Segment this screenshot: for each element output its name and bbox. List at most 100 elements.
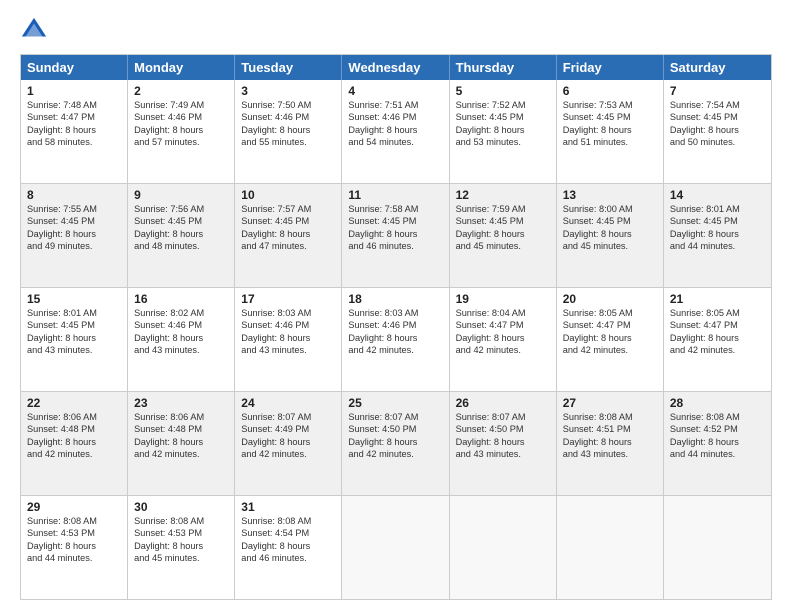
cal-cell-1: 1Sunrise: 7:48 AMSunset: 4:47 PMDaylight…: [21, 80, 128, 183]
cal-cell-21: 21 Sunrise: 8:05 AMSunset: 4:47 PMDayligh…: [664, 288, 771, 391]
day-num: 18: [348, 292, 442, 306]
day-num: 23: [134, 396, 228, 410]
cal-cell-14: 14 Sunrise: 8:01 AMSunset: 4:45 PMDayligh…: [664, 184, 771, 287]
day-num: 29: [27, 500, 121, 514]
cell-text: Sunrise: 7:50 AMSunset: 4:46 PMDaylight:…: [241, 100, 311, 147]
header-cell-friday: Friday: [557, 55, 664, 80]
day-num: 6: [563, 84, 657, 98]
day-num: 15: [27, 292, 121, 306]
day-num: 31: [241, 500, 335, 514]
cell-text: Sunrise: 8:08 AMSunset: 4:51 PMDaylight:…: [563, 412, 633, 459]
cal-cell-25: 25Sunrise: 8:07 AMSunset: 4:50 PMDayligh…: [342, 392, 449, 495]
cell-text: Sunrise: 8:08 AMSunset: 4:53 PMDaylight:…: [134, 516, 204, 563]
cell-text: Sunrise: 8:01 AMSunset: 4:45 PMDaylight:…: [670, 204, 740, 251]
day-num: 22: [27, 396, 121, 410]
cal-cell-30: 30 Sunrise: 8:08 AMSunset: 4:53 PMDayligh…: [128, 496, 235, 599]
cal-cell-22: 22 Sunrise: 8:06 AMSunset: 4:48 PMDayligh…: [21, 392, 128, 495]
cal-cell-29: 29 Sunrise: 8:08 AMSunset: 4:53 PMDayligh…: [21, 496, 128, 599]
cal-cell-26: 26 Sunrise: 8:07 AMSunset: 4:50 PMDayligh…: [450, 392, 557, 495]
cal-cell-17: 17 Sunrise: 8:03 AMSunset: 4:46 PMDayligh…: [235, 288, 342, 391]
cal-cell-11: 11Sunrise: 7:58 AMSunset: 4:45 PMDayligh…: [342, 184, 449, 287]
cal-cell-4: 4Sunrise: 7:51 AMSunset: 4:46 PMDaylight…: [342, 80, 449, 183]
calendar-body: 1Sunrise: 7:48 AMSunset: 4:47 PMDaylight…: [21, 80, 771, 599]
cal-cell-empty-3-3: [342, 496, 449, 599]
day-num: 19: [456, 292, 550, 306]
cal-cell-empty-3-6: [664, 496, 771, 599]
day-num: 14: [670, 188, 765, 202]
cell-text: Sunrise: 8:08 AMSunset: 4:52 PMDaylight:…: [670, 412, 740, 459]
calendar-row-3: 22 Sunrise: 8:06 AMSunset: 4:48 PMDayligh…: [21, 391, 771, 495]
calendar-header: SundayMondayTuesdayWednesdayThursdayFrid…: [21, 55, 771, 80]
cal-cell-27: 27 Sunrise: 8:08 AMSunset: 4:51 PMDayligh…: [557, 392, 664, 495]
cal-cell-16: 16 Sunrise: 8:02 AMSunset: 4:46 PMDayligh…: [128, 288, 235, 391]
day-num: 17: [241, 292, 335, 306]
header-cell-sunday: Sunday: [21, 55, 128, 80]
cal-cell-19: 19 Sunrise: 8:04 AMSunset: 4:47 PMDayligh…: [450, 288, 557, 391]
cell-text: Sunrise: 7:54 AMSunset: 4:45 PMDaylight:…: [670, 100, 740, 147]
day-num: 1: [27, 84, 121, 98]
logo-icon: [20, 16, 48, 44]
day-num: 24: [241, 396, 335, 410]
day-num: 21: [670, 292, 765, 306]
cell-text: Sunrise: 8:07 AMSunset: 4:49 PMDaylight:…: [241, 412, 311, 459]
header-cell-thursday: Thursday: [450, 55, 557, 80]
cal-cell-31: 31 Sunrise: 8:08 AMSunset: 4:54 PMDayligh…: [235, 496, 342, 599]
cell-text: Sunrise: 8:07 AMSunset: 4:50 PMDaylight:…: [348, 412, 418, 459]
day-num: 26: [456, 396, 550, 410]
cell-text: Sunrise: 8:00 AMSunset: 4:45 PMDaylight:…: [563, 204, 633, 251]
logo: [20, 16, 52, 44]
header-cell-saturday: Saturday: [664, 55, 771, 80]
day-num: 9: [134, 188, 228, 202]
cell-text: Sunrise: 8:03 AMSunset: 4:46 PMDaylight:…: [241, 308, 311, 355]
cell-text: Sunrise: 8:06 AMSunset: 4:48 PMDaylight:…: [134, 412, 204, 459]
cell-text: Sunrise: 7:55 AMSunset: 4:45 PMDaylight:…: [27, 204, 97, 251]
cell-text: Sunrise: 8:01 AMSunset: 4:45 PMDaylight:…: [27, 308, 97, 355]
cell-text: Sunrise: 8:05 AMSunset: 4:47 PMDaylight:…: [670, 308, 740, 355]
cal-cell-empty-3-4: [450, 496, 557, 599]
cell-text: Sunrise: 8:02 AMSunset: 4:46 PMDaylight:…: [134, 308, 204, 355]
day-num: 30: [134, 500, 228, 514]
day-num: 27: [563, 396, 657, 410]
cell-text: Sunrise: 8:08 AMSunset: 4:53 PMDaylight:…: [27, 516, 97, 563]
header-cell-wednesday: Wednesday: [342, 55, 449, 80]
day-num: 5: [456, 84, 550, 98]
cal-cell-6: 6Sunrise: 7:53 AMSunset: 4:45 PMDaylight…: [557, 80, 664, 183]
cal-cell-empty-3-5: [557, 496, 664, 599]
cell-text: Sunrise: 7:49 AMSunset: 4:46 PMDaylight:…: [134, 100, 204, 147]
day-num: 4: [348, 84, 442, 98]
header: [20, 16, 772, 44]
cell-text: Sunrise: 7:52 AMSunset: 4:45 PMDaylight:…: [456, 100, 526, 147]
cal-cell-5: 5 Sunrise: 7:52 AMSunset: 4:45 PMDaylight…: [450, 80, 557, 183]
cal-cell-8: 8 Sunrise: 7:55 AMSunset: 4:45 PMDaylight…: [21, 184, 128, 287]
day-num: 3: [241, 84, 335, 98]
calendar-row-1: 8 Sunrise: 7:55 AMSunset: 4:45 PMDaylight…: [21, 183, 771, 287]
day-num: 2: [134, 84, 228, 98]
cal-cell-23: 23 Sunrise: 8:06 AMSunset: 4:48 PMDayligh…: [128, 392, 235, 495]
day-num: 12: [456, 188, 550, 202]
day-num: 16: [134, 292, 228, 306]
cal-cell-24: 24 Sunrise: 8:07 AMSunset: 4:49 PMDayligh…: [235, 392, 342, 495]
cell-text: Sunrise: 8:08 AMSunset: 4:54 PMDaylight:…: [241, 516, 311, 563]
cal-cell-7: 7Sunrise: 7:54 AMSunset: 4:45 PMDaylight…: [664, 80, 771, 183]
cal-cell-18: 18Sunrise: 8:03 AMSunset: 4:46 PMDayligh…: [342, 288, 449, 391]
cell-text: Sunrise: 8:06 AMSunset: 4:48 PMDaylight:…: [27, 412, 97, 459]
cal-cell-2: 2 Sunrise: 7:49 AMSunset: 4:46 PMDaylight…: [128, 80, 235, 183]
cal-cell-15: 15 Sunrise: 8:01 AMSunset: 4:45 PMDayligh…: [21, 288, 128, 391]
cal-cell-9: 9 Sunrise: 7:56 AMSunset: 4:45 PMDaylight…: [128, 184, 235, 287]
day-num: 28: [670, 396, 765, 410]
cal-cell-20: 20Sunrise: 8:05 AMSunset: 4:47 PMDayligh…: [557, 288, 664, 391]
cell-text: Sunrise: 8:04 AMSunset: 4:47 PMDaylight:…: [456, 308, 526, 355]
page: SundayMondayTuesdayWednesdayThursdayFrid…: [0, 0, 792, 612]
day-num: 10: [241, 188, 335, 202]
calendar-row-4: 29 Sunrise: 8:08 AMSunset: 4:53 PMDayligh…: [21, 495, 771, 599]
day-num: 13: [563, 188, 657, 202]
cell-text: Sunrise: 8:07 AMSunset: 4:50 PMDaylight:…: [456, 412, 526, 459]
cal-cell-13: 13 Sunrise: 8:00 AMSunset: 4:45 PMDayligh…: [557, 184, 664, 287]
cell-text: Sunrise: 7:59 AMSunset: 4:45 PMDaylight:…: [456, 204, 526, 251]
cell-text: Sunrise: 7:57 AMSunset: 4:45 PMDaylight:…: [241, 204, 311, 251]
calendar-row-2: 15 Sunrise: 8:01 AMSunset: 4:45 PMDayligh…: [21, 287, 771, 391]
cal-cell-10: 10 Sunrise: 7:57 AMSunset: 4:45 PMDayligh…: [235, 184, 342, 287]
cell-text: Sunrise: 7:56 AMSunset: 4:45 PMDaylight:…: [134, 204, 204, 251]
calendar: SundayMondayTuesdayWednesdayThursdayFrid…: [20, 54, 772, 600]
day-num: 8: [27, 188, 121, 202]
